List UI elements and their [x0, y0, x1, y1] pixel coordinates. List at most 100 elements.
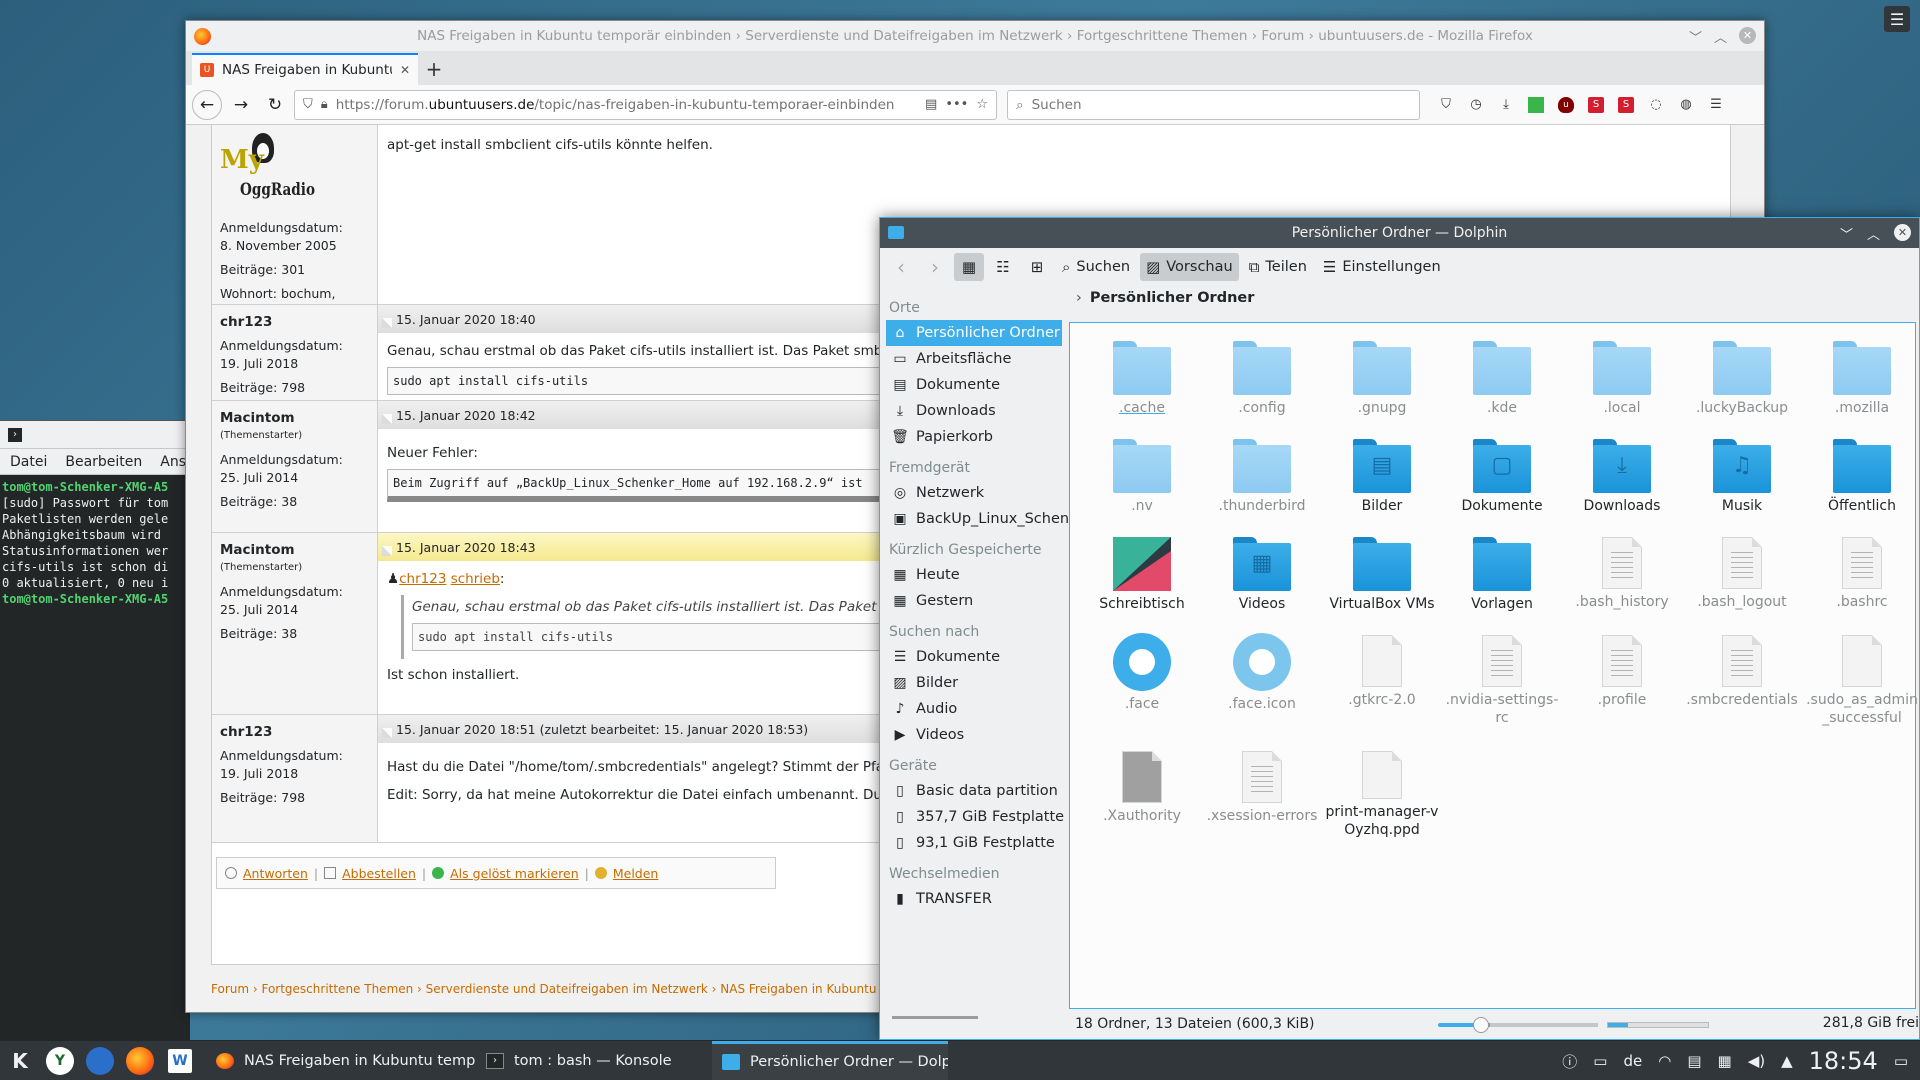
file-item[interactable]: .cache [1082, 333, 1202, 429]
file-item[interactable]: .mozilla [1802, 333, 1920, 429]
taskbar-task[interactable]: NAS Freigaben in Kubuntu temporä... [206, 1041, 476, 1080]
file-view[interactable]: .cache .config .gnupg .kde .local .luckyBacku… [1069, 322, 1918, 1009]
application-launcher[interactable]: K [0, 1041, 40, 1080]
tray-expand-icon[interactable]: ▲ [1781, 1052, 1793, 1070]
places-item[interactable]: ▦ Gestern [880, 588, 1068, 614]
places-item[interactable]: ▶ Videos [880, 722, 1068, 748]
close-icon[interactable]: ✕ [1894, 224, 1911, 241]
new-tab-icon[interactable]: + [418, 53, 450, 85]
places-item[interactable]: ▭ Arbeitsfläche [880, 346, 1068, 372]
report-link[interactable]: Melden [613, 866, 659, 881]
post-timestamp[interactable]: 15. Januar 2020 18:40 [396, 312, 536, 327]
post-timestamp[interactable]: 15. Januar 2020 18:43 [396, 540, 536, 555]
s-ext-icon[interactable]: S [1588, 96, 1604, 113]
konsole-titlebar[interactable]: › [0, 421, 190, 449]
places-item[interactable]: ◎ Netzwerk [880, 480, 1068, 506]
places-item[interactable]: ▯ Basic data partition [880, 778, 1068, 804]
permalink-icon[interactable] [382, 728, 392, 738]
url-bar[interactable]: ⛉ 🔒︎ https://forum.ubuntuusers.de/topic/… [294, 89, 997, 120]
file-item[interactable]: Vorlagen [1442, 529, 1562, 625]
quote-user-link[interactable]: chr123 [399, 571, 446, 587]
reply-link[interactable]: Antworten [243, 866, 308, 881]
post-timestamp[interactable]: 15. Januar 2020 18:51 (zuletzt bearbeite… [396, 722, 808, 737]
network-icon[interactable]: ▭ [1593, 1052, 1607, 1070]
info-icon[interactable]: ⓘ [1562, 1051, 1577, 1072]
permalink-icon[interactable] [382, 546, 392, 556]
file-item[interactable]: .bashrc [1802, 529, 1920, 625]
launcher-unknown[interactable]: Y [40, 1041, 80, 1080]
file-item[interactable]: Öffentlich [1802, 431, 1920, 527]
places-item[interactable]: ▮ TRANSFER [880, 886, 1068, 912]
author-name[interactable]: Macintom [220, 409, 369, 427]
breadcrumb-item[interactable]: Persönlicher Ordner [1090, 290, 1255, 306]
red-ext-icon[interactable]: S [1618, 96, 1634, 113]
taskbar-task[interactable]: › tom : bash — Konsole [476, 1041, 712, 1080]
file-item[interactable]: .bash_logout [1682, 529, 1802, 625]
launcher-writer[interactable]: W [160, 1041, 200, 1080]
settings-button[interactable]: ☰ Einstellungen [1317, 253, 1447, 281]
places-item[interactable]: ⌂ Persönlicher Ordner [886, 320, 1062, 346]
launcher-thunderbird[interactable] [80, 1041, 120, 1080]
permalink-icon[interactable] [382, 414, 392, 424]
forward-icon[interactable]: → [226, 90, 256, 120]
hamburger-menu-icon[interactable]: ☰ [1708, 97, 1724, 113]
page-actions-icon[interactable]: ••• [945, 97, 968, 112]
file-item[interactable]: .xsession-errors [1202, 743, 1322, 839]
file-item[interactable]: .Xauthority [1082, 743, 1202, 839]
history-icon[interactable]: ◷ [1468, 97, 1484, 113]
avatar[interactable]: My OggRadio [220, 133, 315, 213]
file-item[interactable]: .smbcredentials [1682, 627, 1802, 739]
file-item[interactable]: .face [1082, 627, 1202, 739]
file-item[interactable]: .sudo_as_admin_successful [1802, 627, 1920, 741]
file-item[interactable]: ▦ Videos [1202, 529, 1322, 625]
file-item[interactable]: .profile [1562, 627, 1682, 739]
places-item[interactable]: ▦ Heute [880, 562, 1068, 588]
reload-icon[interactable]: ↻ [260, 90, 290, 120]
konsole-menu-item[interactable]: Bearbeiten [65, 454, 142, 470]
clipboard-icon[interactable]: ▤ [1687, 1052, 1701, 1070]
file-item[interactable]: .luckyBackup [1682, 333, 1802, 429]
permalink-icon[interactable] [382, 318, 392, 328]
dolphin-titlebar[interactable]: Persönlicher Ordner — Dolphin ﹀ ︿ ✕ [880, 218, 1919, 248]
minimize-icon[interactable]: ﹀ [1840, 224, 1853, 243]
author-name[interactable]: chr123 [220, 723, 369, 741]
author-name[interactable]: chr123 [220, 313, 369, 331]
konsole-window[interactable]: › Datei Bearbeiten Ansi tom@tom-Schenker-X… [0, 420, 190, 1040]
forward-icon[interactable]: › [920, 253, 950, 281]
lock-icon[interactable]: 🔒︎ [321, 97, 328, 112]
file-item[interactable]: ▢ Dokumente [1442, 431, 1562, 527]
file-item[interactable]: ♫ Musik [1682, 431, 1802, 527]
search-bar[interactable]: ⌕ Suchen [1007, 89, 1420, 120]
ublock-icon[interactable]: u [1558, 96, 1574, 113]
file-item[interactable]: .config [1202, 333, 1322, 429]
compact-view-icon[interactable]: ☷ [988, 253, 1018, 281]
volume-icon[interactable]: ◀︎) [1748, 1052, 1765, 1070]
close-icon[interactable]: ✕ [1739, 27, 1756, 44]
clock[interactable]: 18:54 [1809, 1047, 1878, 1075]
dolphin-window[interactable]: Persönlicher Ordner — Dolphin ﹀ ︿ ✕ ‹ › … [879, 217, 1920, 1040]
minimize-icon[interactable]: ﹀ [1689, 27, 1702, 46]
privacy-icon[interactable]: ◍ [1678, 97, 1694, 113]
zoom-slider-handle[interactable] [1473, 1017, 1490, 1033]
browser-tab[interactable]: U NAS Freigaben in Kubuntu temporär einb… [192, 53, 418, 85]
file-item[interactable]: .face.icon [1202, 627, 1322, 739]
maximize-icon[interactable]: ︿ [1867, 224, 1880, 243]
mask-icon[interactable]: ◌ [1648, 97, 1664, 113]
file-item[interactable]: .gnupg [1322, 333, 1442, 429]
mark-solved-link[interactable]: Als gelöst markieren [450, 866, 579, 881]
file-item[interactable]: VirtualBox VMs [1322, 529, 1442, 625]
places-item[interactable]: ⤓ Downloads [880, 398, 1068, 424]
breadcrumb[interactable]: › Persönlicher Ordner [1076, 290, 1254, 306]
post-timestamp[interactable]: 15. Januar 2020 18:42 [396, 408, 536, 423]
wifi-icon[interactable]: ◠ [1658, 1052, 1671, 1070]
zoom-slider[interactable] [1438, 1017, 1598, 1033]
places-item[interactable]: ▣ BackUp_Linux_Schenke [880, 506, 1068, 532]
preview-button[interactable]: ▨ Vorschau [1140, 253, 1239, 281]
file-item[interactable]: .nvidia-settings-rc [1442, 627, 1562, 739]
back-icon[interactable]: ← [192, 89, 222, 120]
printer-icon[interactable]: ▦ [1718, 1052, 1732, 1070]
file-item[interactable]: .local [1562, 333, 1682, 429]
tab-close-icon[interactable]: ✕ [400, 63, 410, 77]
file-item[interactable]: .kde [1442, 333, 1562, 429]
file-item[interactable]: .nv [1082, 431, 1202, 527]
